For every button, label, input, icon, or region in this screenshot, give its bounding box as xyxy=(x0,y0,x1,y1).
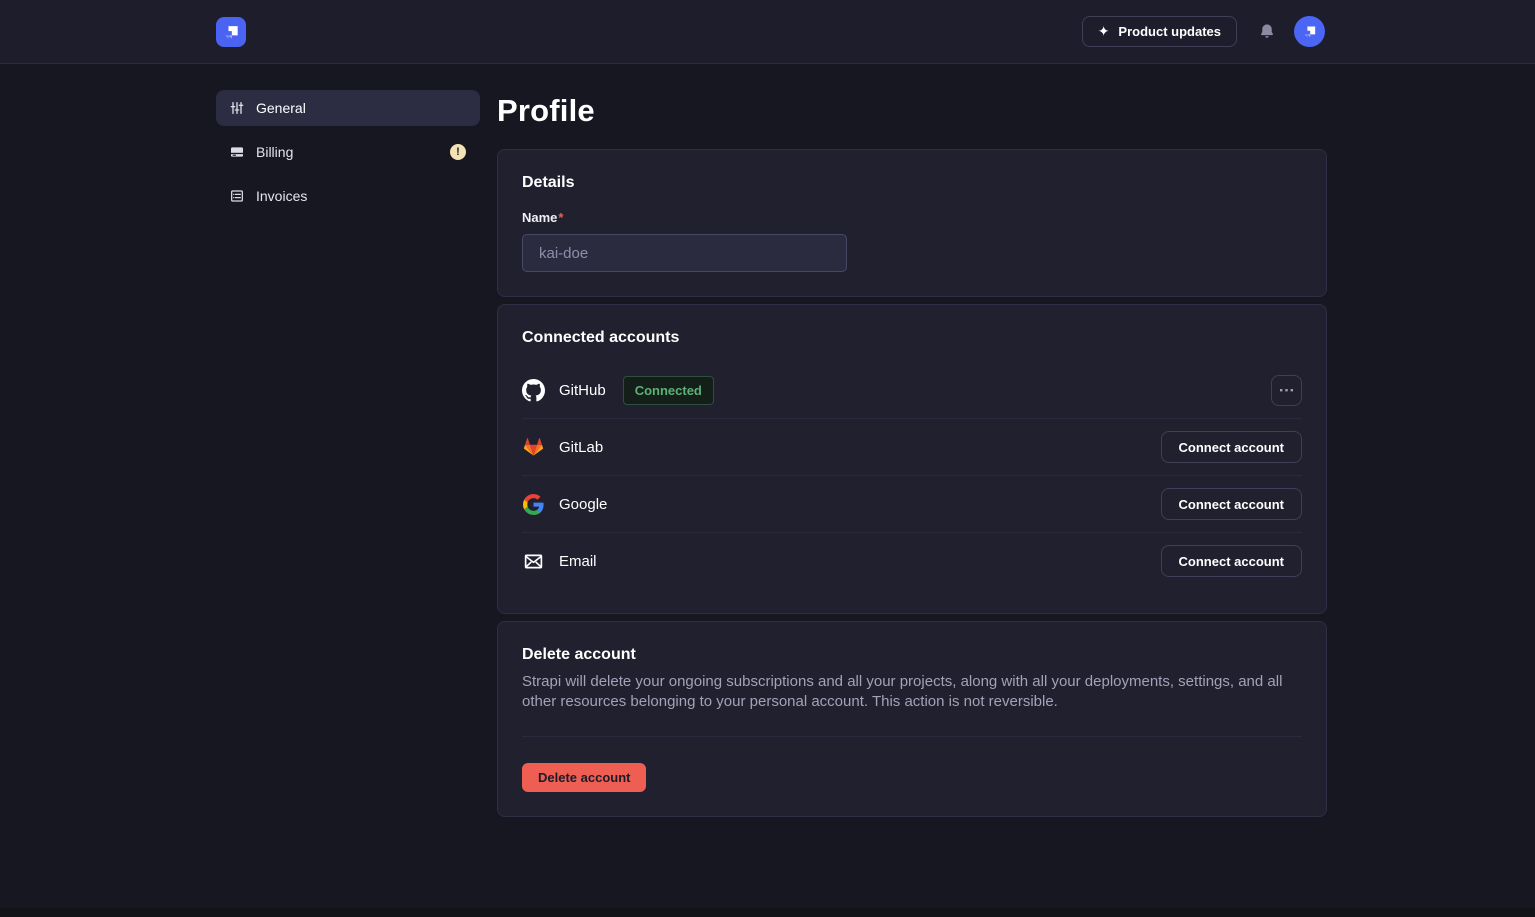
sliders-icon xyxy=(229,100,245,116)
sidebar-item-billing[interactable]: Billing ! xyxy=(216,134,480,170)
main-panel: Profile Details Name* Connected accounts xyxy=(497,90,1327,817)
delete-account-heading: Delete account xyxy=(522,646,1302,664)
account-row-github: GitHub Connected xyxy=(522,362,1302,419)
sidebar-item-label: Billing xyxy=(256,144,450,160)
connected-accounts-heading: Connected accounts xyxy=(522,329,1302,347)
sidebar-item-label: Invoices xyxy=(256,188,466,204)
avatar-strapi-icon xyxy=(1301,23,1318,40)
connect-google-button[interactable]: Connect account xyxy=(1161,488,1302,520)
name-label: Name* xyxy=(522,210,563,225)
content-area: General Billing ! Invoices xyxy=(0,64,1535,817)
gitlab-icon xyxy=(522,436,545,459)
connected-accounts-card: Connected accounts GitHub Connected xyxy=(497,304,1327,614)
account-row-google: Google Connect account xyxy=(522,476,1302,533)
sidebar-item-general[interactable]: General xyxy=(216,90,480,126)
strapi-logo-icon xyxy=(221,22,241,42)
account-row-gitlab: GitLab Connect account xyxy=(522,419,1302,476)
github-menu-button[interactable] xyxy=(1271,375,1302,406)
sparkle-icon: ✦ xyxy=(1098,24,1110,38)
accounts-list: GitHub Connected xyxy=(522,362,1302,589)
account-row-email: Email Connect account xyxy=(522,533,1302,589)
account-name: GitLab xyxy=(559,439,603,456)
bottom-edge-strip xyxy=(0,908,1535,917)
google-icon xyxy=(522,493,545,516)
top-bar: ✦ Product updates xyxy=(0,0,1535,64)
strapi-logo[interactable] xyxy=(216,17,246,47)
account-name: Email xyxy=(559,553,597,570)
account-name: GitHub xyxy=(559,382,606,399)
delete-account-button[interactable]: Delete account xyxy=(522,763,646,792)
product-updates-label: Product updates xyxy=(1118,24,1221,39)
name-field-group: Name* xyxy=(522,209,1302,272)
name-input[interactable] xyxy=(522,234,847,272)
email-icon xyxy=(522,550,545,573)
connect-gitlab-button[interactable]: Connect account xyxy=(1161,431,1302,463)
github-icon xyxy=(522,379,545,402)
details-card: Details Name* xyxy=(497,149,1327,297)
bell-icon xyxy=(1258,22,1276,41)
product-updates-button[interactable]: ✦ Product updates xyxy=(1082,16,1237,47)
sidebar-item-label: General xyxy=(256,100,466,116)
divider xyxy=(522,736,1302,737)
sidebar-item-invoices[interactable]: Invoices xyxy=(216,178,480,214)
invoice-icon xyxy=(229,188,245,204)
credit-card-icon xyxy=(229,144,245,160)
ellipsis-icon xyxy=(1280,389,1293,392)
account-name: Google xyxy=(559,496,607,513)
connected-status-badge: Connected xyxy=(623,376,714,405)
required-asterisk: * xyxy=(558,210,563,225)
billing-warning-badge: ! xyxy=(450,144,466,160)
page-title: Profile xyxy=(497,93,1327,129)
delete-account-card: Delete account Strapi will delete your o… xyxy=(497,621,1327,817)
user-avatar[interactable] xyxy=(1294,16,1325,47)
details-heading: Details xyxy=(522,174,1302,192)
connect-email-button[interactable]: Connect account xyxy=(1161,545,1302,577)
delete-account-description: Strapi will delete your ongoing subscrip… xyxy=(522,672,1302,712)
notifications-button[interactable] xyxy=(1256,22,1278,41)
settings-sidebar: General Billing ! Invoices xyxy=(216,90,480,817)
